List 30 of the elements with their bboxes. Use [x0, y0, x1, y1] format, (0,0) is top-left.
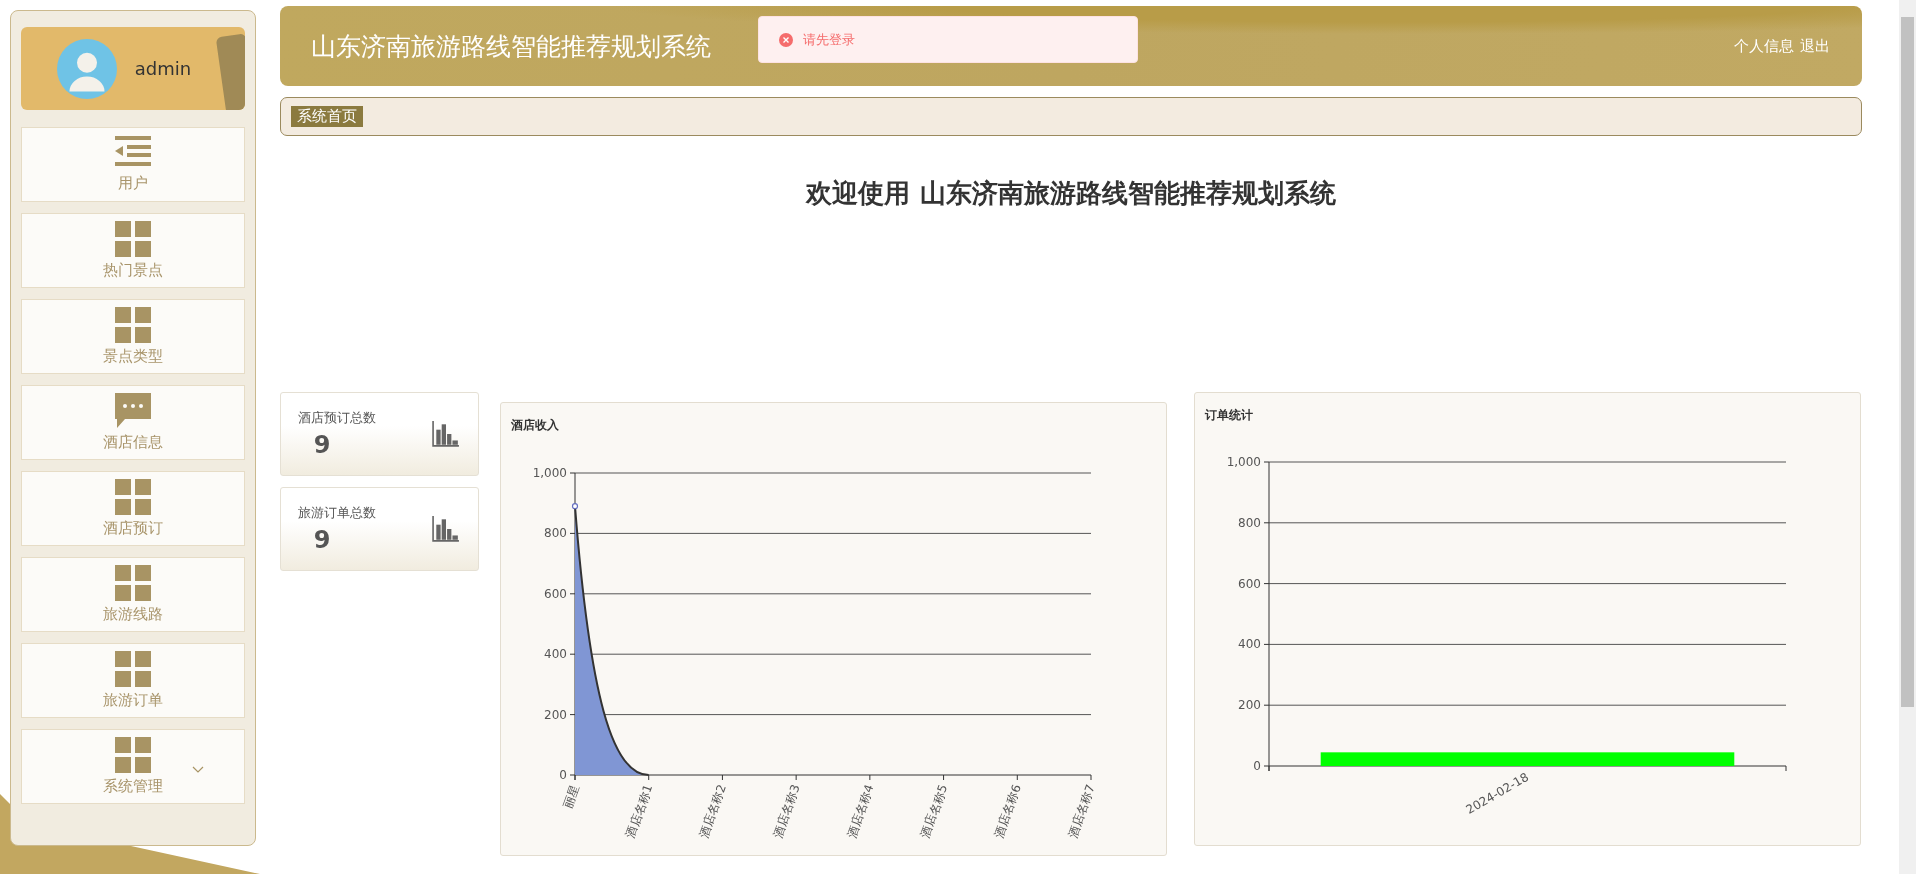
axis-label: 酒店名称1: [623, 782, 656, 840]
axis-label: 酒店名称4: [844, 782, 877, 840]
system-title: 山东济南旅游路线智能推荐规划系统: [311, 30, 711, 63]
axis-label: 800: [544, 526, 567, 541]
axis-label: 丽星: [560, 782, 582, 810]
chart-title: 酒店收入: [510, 417, 560, 434]
axis-label: 酒店名称6: [991, 782, 1024, 840]
toast-message: 请先登录: [803, 30, 855, 49]
axis-label: 400: [1238, 637, 1261, 652]
stat-value: 9: [313, 431, 331, 459]
axis-label: 酒店名称3: [770, 782, 803, 840]
axis-label: 1,000: [1226, 455, 1261, 469]
axis-label: 200: [544, 707, 567, 722]
axis-label: 酒店名称2: [696, 782, 729, 840]
axis-label: 1,000: [532, 466, 567, 480]
axis-label: 200: [1238, 698, 1261, 713]
axis-label: 0: [1253, 759, 1261, 773]
axis-label: 600: [1238, 576, 1261, 591]
welcome-heading: 欢迎使用 山东济南旅游路线智能推荐规划系统: [806, 177, 1336, 208]
stat-value: 9: [313, 526, 331, 554]
stat-label: 旅游订单总数: [298, 504, 376, 522]
axis-label: 酒店名称7: [1065, 782, 1098, 840]
axis-label: 600: [544, 586, 567, 601]
chart-title: 订单统计: [1203, 407, 1254, 424]
axis-label: 400: [544, 647, 567, 662]
axis-label: 0: [559, 768, 567, 782]
axis-label: 800: [1238, 515, 1261, 530]
username: admin: [134, 58, 192, 79]
axis-label: 酒店名称5: [917, 782, 951, 840]
stat-label: 酒店预订总数: [298, 409, 376, 427]
